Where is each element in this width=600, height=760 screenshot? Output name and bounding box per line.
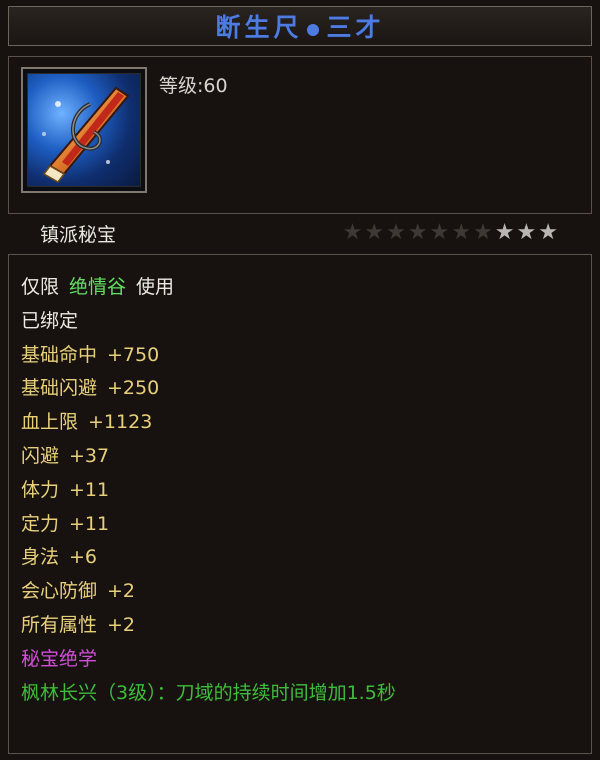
- item-level: 等级:60: [159, 75, 228, 97]
- star-icon-empty: ★: [342, 220, 363, 245]
- attribute-row: 身法 +6: [21, 546, 98, 569]
- sect-name: 绝情谷: [69, 276, 127, 298]
- item-category: 镇派秘宝: [40, 223, 117, 246]
- ruler-weapon-icon-graphic: [42, 86, 130, 183]
- skill-description: 枫林长兴（3级）：刀域的持续时间增加1.5秒: [21, 681, 396, 704]
- item-title-bar: 断生尺 三才: [8, 6, 592, 46]
- usage-restriction: 仅限 绝情谷 使用: [21, 276, 175, 298]
- star-icon-filled: ★: [538, 220, 558, 245]
- item-tooltip: 断生尺 三才 等级:60 镇派秘宝 ★ ★ ★ ★ ★ ★ ★ ★ ★ ★ 仅限…: [0, 0, 600, 760]
- attribute-row: 所有属性 +2: [21, 613, 136, 636]
- title-separator-dot: [306, 23, 319, 36]
- star-icon-empty: ★: [429, 220, 450, 245]
- item-grade: 三才: [326, 13, 385, 42]
- attribute-row: 血上限 +1123: [21, 411, 153, 434]
- skill-header: 秘宝绝学: [21, 647, 98, 670]
- category-row: 镇派秘宝 ★ ★ ★ ★ ★ ★ ★ ★ ★ ★: [8, 216, 592, 250]
- item-details: 仅限 绝情谷 使用 已绑定 基础命中 +750 基础闪避 +250 血上限 +1123 闪…: [8, 254, 592, 754]
- star-icon-filled: ★: [494, 220, 515, 245]
- item-name: 断生尺: [215, 13, 303, 42]
- item-title: 断生尺 三才: [215, 8, 384, 44]
- star-icon-empty: ★: [473, 220, 493, 245]
- attribute-row: 基础命中 +750: [21, 343, 160, 366]
- star-rating: ★ ★ ★ ★ ★ ★ ★ ★ ★ ★: [343, 220, 558, 246]
- star-icon-empty: ★: [451, 220, 472, 245]
- item-icon-frame: [21, 67, 147, 193]
- star-icon-filled: ★: [516, 220, 537, 245]
- item-header-box: 等级:60: [8, 56, 592, 214]
- star-icon-empty: ★: [407, 220, 428, 245]
- star-icon-empty: ★: [386, 220, 406, 245]
- attribute-row: 定力 +11: [21, 512, 110, 535]
- attribute-row: 体力 +11: [21, 478, 110, 501]
- bound-status: 已绑定: [21, 309, 79, 332]
- attribute-row: 基础闪避 +250: [21, 377, 160, 400]
- attribute-row: 会心防御 +2: [21, 580, 136, 603]
- attribute-row: 闪避 +37: [21, 444, 110, 467]
- ruler-weapon-icon: [27, 73, 141, 187]
- star-icon-empty: ★: [364, 220, 385, 245]
